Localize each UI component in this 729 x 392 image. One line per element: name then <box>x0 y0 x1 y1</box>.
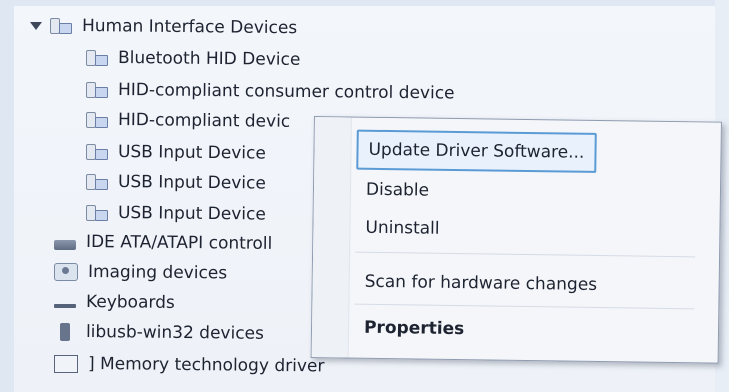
tree-item-label: ] Memory technology driver <box>87 354 325 377</box>
tree-category-memory-technology[interactable]: ] Memory technology driver <box>54 350 324 378</box>
ide-controller-icon <box>54 240 76 250</box>
tree-category-human-interface-devices[interactable]: Human Interface Devices <box>30 12 297 40</box>
hid-device-icon <box>48 16 72 36</box>
device-manager-window: Human Interface Devices Bluetooth HID De… <box>0 0 729 392</box>
tree-item-usb-input-device[interactable]: USB Input Device <box>84 199 266 227</box>
tree-category-imaging-devices[interactable]: Imaging devices <box>54 258 227 286</box>
tree-category-ide-ata-atapi[interactable]: IDE ATA/ATAPI controll <box>54 228 272 256</box>
hid-device-icon <box>84 80 108 100</box>
hid-device-icon <box>84 110 108 130</box>
context-menu: Update Driver Software... Disable Uninst… <box>310 116 722 364</box>
tree-item-label: USB Input Device <box>117 142 266 164</box>
tree-category-keyboards[interactable]: Keyboards <box>54 288 175 316</box>
window-edge-left <box>0 0 14 392</box>
tree-category-libusb-win32[interactable]: libusb-win32 devices <box>54 318 264 346</box>
hid-device-icon <box>84 172 108 192</box>
hid-device-icon <box>84 203 108 223</box>
menu-separator <box>354 303 695 310</box>
menu-icon-gutter <box>311 117 352 358</box>
keyboard-icon <box>54 304 76 308</box>
tree-item-usb-input-device[interactable]: USB Input Device <box>84 168 266 196</box>
menu-item-properties[interactable]: Properties <box>354 310 475 348</box>
camera-icon <box>54 263 78 281</box>
tree-item-label: HID-compliant devic <box>117 110 291 132</box>
usb-icon <box>60 323 70 341</box>
menu-item-disable[interactable]: Disable <box>356 172 440 209</box>
hid-device-icon <box>84 142 108 162</box>
tree-item-label: Keyboards <box>85 292 175 313</box>
tree-item-hid-consumer-control[interactable]: HID-compliant consumer control device <box>84 76 455 104</box>
expand-arrow-icon[interactable] <box>30 22 42 30</box>
menu-item-scan-for-hardware-changes[interactable]: Scan for hardware changes <box>354 264 607 304</box>
tree-item-label: Human Interface Devices <box>81 16 298 39</box>
menu-separator <box>355 251 696 258</box>
tree-item-label: libusb-win32 devices <box>85 322 265 344</box>
tree-item-label: USB Input Device <box>117 203 266 225</box>
window-edge-top <box>0 0 729 6</box>
tree-item-label: IDE ATA/ATAPI controll <box>85 232 273 254</box>
tree-item-label: HID-compliant consumer control device <box>117 80 455 104</box>
tree-item-label: Imaging devices <box>87 262 228 284</box>
tree-item-label: USB Input Device <box>117 172 266 194</box>
menu-item-uninstall[interactable]: Uninstall <box>355 210 450 247</box>
tree-item-bluetooth-hid-device[interactable]: Bluetooth HID Device <box>84 44 300 72</box>
menu-item-update-driver-software[interactable]: Update Driver Software... <box>356 129 597 173</box>
hid-device-icon <box>84 48 108 68</box>
tree-item-usb-input-device[interactable]: USB Input Device <box>84 138 266 166</box>
memory-icon <box>54 355 78 373</box>
tree-item-label: Bluetooth HID Device <box>117 48 301 70</box>
tree-item-hid-compliant-device[interactable]: HID-compliant devic <box>84 106 290 134</box>
